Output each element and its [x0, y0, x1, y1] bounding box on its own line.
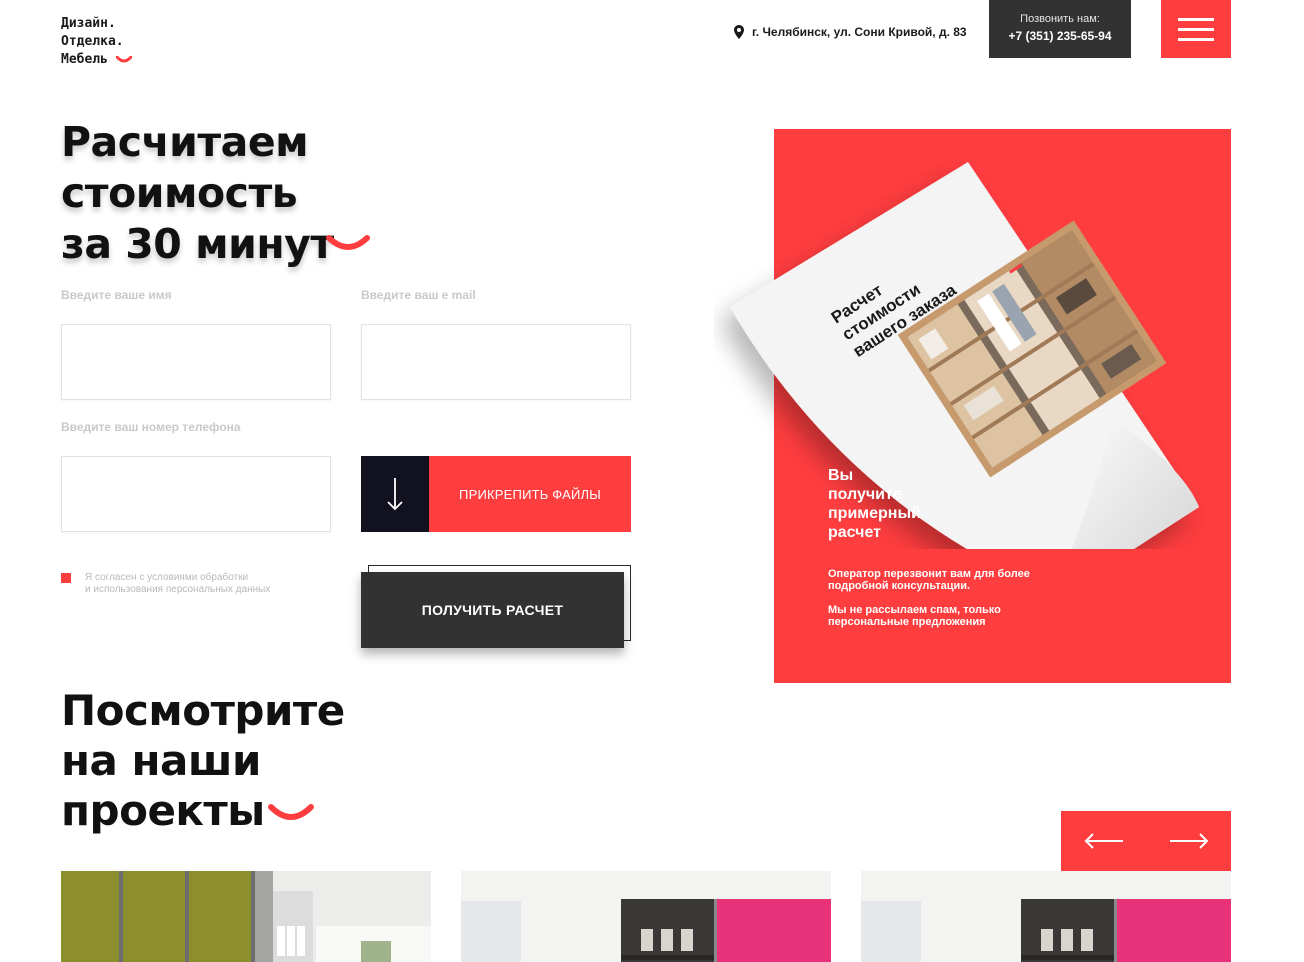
promo-text-2-line-1: Мы не рассылаем спам, только [828, 604, 1001, 616]
logo-line-2: Отделка. [61, 34, 124, 49]
project-card-2[interactable] [461, 871, 831, 962]
phone-input[interactable] [61, 456, 331, 532]
project-image-1 [61, 871, 431, 962]
phone-label: Введите ваш номер телефона [61, 420, 241, 434]
promo-title-line-4: расчет [828, 524, 881, 541]
attach-files-button[interactable]: ПРИКРЕПИТЬ ФАЙЛЫ [361, 456, 631, 532]
logo-line-3-text: Мебель [61, 52, 108, 67]
promo-title-line-3: примерный [828, 505, 921, 522]
smile-mark-icon [268, 804, 314, 820]
promo-title-line-2: получите [828, 486, 902, 503]
promo-text-2-line-2: персональные предложения [828, 616, 986, 628]
get-estimate-button[interactable]: ПОЛУЧИТЬ РАСЧЕТ [361, 572, 624, 648]
promo-card: Расчет стоимости вашего заказа Вы получи… [730, 129, 1231, 683]
promo-title: Вы получите примерный расчет [828, 466, 921, 542]
arrow-left-icon[interactable] [1074, 821, 1134, 861]
location-pin-icon [734, 25, 744, 39]
consent-line-2: и использования персональных данных [85, 584, 271, 595]
email-label: Введите ваш е mail [361, 288, 476, 302]
logo-line-3: Мебель [61, 51, 132, 69]
call-label: Позвонить нам: [1020, 13, 1100, 25]
hero-title-line-2: стоимость [61, 169, 298, 217]
hero-title: Расчитаем стоимость за 30 минут [61, 117, 334, 270]
consent-checkbox[interactable]: Я согласен с условиями обработки и испол… [61, 572, 270, 596]
email-input[interactable] [361, 324, 631, 400]
consent-line-1: Я согласен с условиями обработки [85, 572, 249, 583]
projects-title-line-1: Посмотрите [61, 686, 345, 735]
hamburger-menu-icon[interactable] [1161, 0, 1231, 58]
slider-nav [1061, 811, 1231, 871]
promo-text-2: Мы не рассылаем спам, только персональны… [828, 604, 1001, 628]
menu-line [1178, 17, 1214, 21]
promo-title-line-1: Вы [828, 467, 854, 484]
promo-text-1-line-1: Оператор перезвонит вам для более [828, 568, 1030, 580]
project-image-3 [861, 871, 1231, 962]
logo-line-1: Дизайн. [61, 16, 116, 31]
address-text: г. Челябинск, ул. Сони Кривой, д. 83 [752, 25, 967, 39]
project-image-2 [461, 871, 831, 962]
menu-line [1178, 37, 1214, 41]
hero-title-line-3: за 30 минут [61, 220, 334, 268]
promo-text-1-line-2: подробной консультации. [828, 580, 971, 592]
arrow-down-icon [361, 456, 429, 532]
hero-title-line-1: Расчитаем [61, 118, 309, 166]
name-input[interactable] [61, 324, 331, 400]
name-label: Введите ваше имя [61, 288, 172, 302]
attach-files-label: ПРИКРЕПИТЬ ФАЙЛЫ [429, 456, 631, 532]
call-button[interactable]: Позвонить нам: +7 (351) 235-65-94 [989, 0, 1131, 58]
promo-text-1: Оператор перезвонит вам для более подроб… [828, 568, 1030, 592]
smile-mark-icon [326, 235, 370, 250]
project-card-1[interactable] [61, 871, 431, 962]
logo[interactable]: Дизайн. Отделка. Мебель [61, 15, 132, 69]
project-card-3[interactable] [861, 871, 1231, 962]
brochure-illustration: Расчет стоимости вашего заказа [730, 162, 1199, 549]
arrow-right-icon[interactable] [1159, 821, 1219, 861]
smile-mark-icon [115, 55, 132, 62]
address: г. Челябинск, ул. Сони Кривой, д. 83 [734, 25, 967, 39]
menu-line [1178, 27, 1214, 31]
checkbox-box[interactable] [61, 573, 71, 583]
consent-text: Я согласен с условиями обработки и испол… [85, 572, 270, 596]
projects-title-line-2: на наши [61, 736, 261, 785]
phone-number[interactable]: +7 (351) 235-65-94 [989, 29, 1131, 43]
